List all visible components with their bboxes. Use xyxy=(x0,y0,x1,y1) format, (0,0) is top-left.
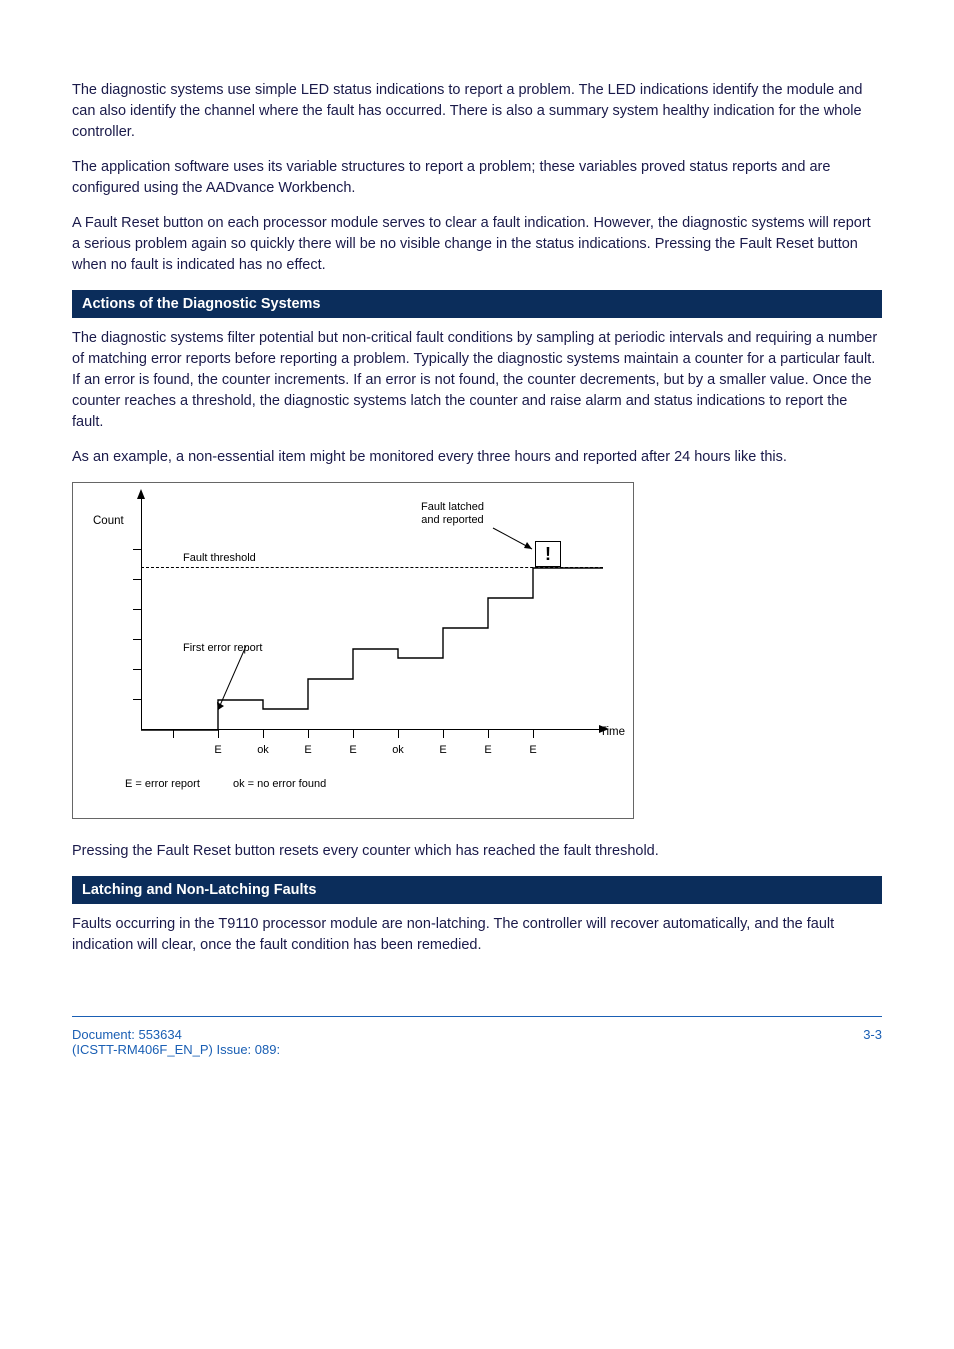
heading-actions-diagnostic: Actions of the Diagnostic Systems xyxy=(72,290,882,318)
chart-legend: E = error report ok = no error found xyxy=(125,778,356,790)
legend-ok: ok = no error found xyxy=(233,778,326,790)
footer-doc-ref: (ICSTT-RM406F_EN_P) Issue: 089: xyxy=(72,1042,280,1057)
page-footer: Document: 553634 (ICSTT-RM406F_EN_P) Iss… xyxy=(72,1016,882,1057)
legend-e: E = error report xyxy=(125,778,200,790)
fault-counter-chart: Count Time Fault threshold Fault latched… xyxy=(72,482,634,819)
body-paragraph: As an example, a non-essential item migh… xyxy=(72,447,882,468)
body-paragraph: The diagnostic systems filter potential … xyxy=(72,328,882,433)
footer-doc-number: Document: 553634 xyxy=(72,1027,280,1042)
body-paragraph: Faults occurring in the T9110 processor … xyxy=(72,914,882,956)
body-paragraph: Pressing the Fault Reset button resets e… xyxy=(72,841,882,862)
step-line-svg xyxy=(73,483,633,818)
body-paragraph: The diagnostic systems use simple LED st… xyxy=(72,80,882,143)
page-number: 3-3 xyxy=(863,1027,882,1057)
body-paragraph: The application software uses its variab… xyxy=(72,157,882,199)
heading-latching-faults: Latching and Non-Latching Faults xyxy=(72,876,882,904)
footer-rule xyxy=(72,1016,882,1017)
body-paragraph: A Fault Reset button on each processor m… xyxy=(72,213,882,276)
step-line xyxy=(141,568,603,730)
